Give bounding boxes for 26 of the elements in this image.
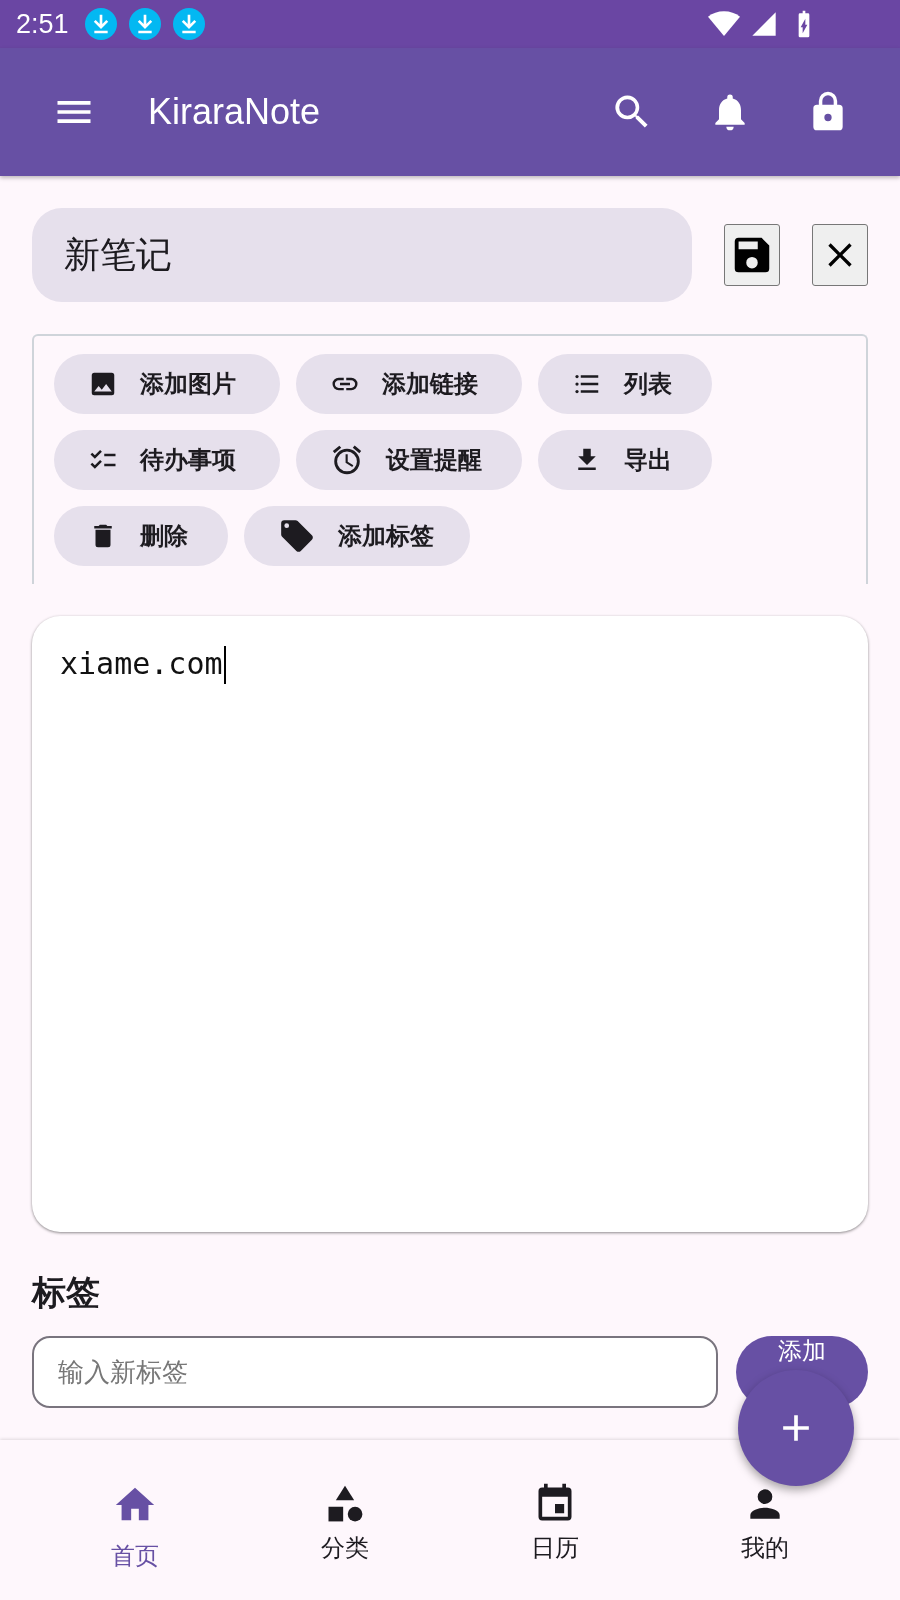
alarm-clock-icon — [330, 443, 364, 477]
toolbar-chip[interactable]: 导出 — [538, 430, 712, 490]
close-button[interactable] — [812, 224, 868, 286]
nav-tab[interactable]: 我的 — [741, 1482, 789, 1564]
toolbar-chip[interactable]: 添加图片 — [54, 354, 280, 414]
tags-heading: 标签 — [32, 1271, 101, 1314]
toolbar-chip[interactable]: 添加标签 — [244, 506, 470, 566]
toolbar-chip[interactable]: 添加链接 — [296, 354, 522, 414]
download-icon — [84, 8, 117, 40]
toolbar-chip[interactable]: 待办事项 — [54, 430, 280, 490]
download-icon — [172, 8, 205, 40]
download-icon — [128, 8, 161, 40]
app-title: KiraraNote — [148, 91, 322, 133]
note-title-field[interactable]: 新笔记 — [32, 208, 692, 302]
signal-icon — [750, 10, 778, 38]
tag-input-field[interactable]: 输入新标签 — [32, 1336, 718, 1408]
status-time: 2:51 — [16, 8, 69, 40]
nav-tab[interactable]: 日历 — [531, 1482, 579, 1564]
note-editor[interactable]: xiame.com — [32, 616, 868, 1232]
toolbar-chip[interactable]: 设置提醒 — [296, 430, 522, 490]
toolbar-chip[interactable]: 删除 — [54, 506, 228, 566]
toolbar-chip[interactable]: 列表 — [538, 354, 712, 414]
nav-tab[interactable]: 分类 — [321, 1482, 369, 1564]
save-button[interactable] — [724, 224, 780, 286]
nav-tab[interactable]: 首页 — [111, 1482, 159, 1572]
tag-icon — [278, 517, 316, 555]
